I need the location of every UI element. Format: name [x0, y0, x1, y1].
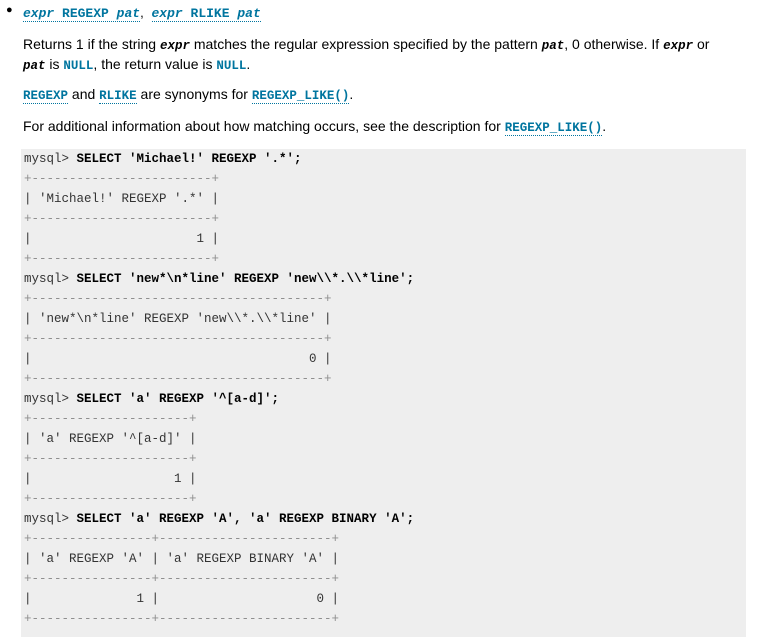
- pat-param: pat: [237, 6, 261, 21]
- table-row-line: | 1 |: [24, 232, 220, 246]
- table-border-line: +---------------------+: [24, 412, 197, 426]
- regexp-like-link[interactable]: REGEXP_LIKE(): [251, 89, 350, 104]
- table-border-line: +---------------------------------------…: [24, 332, 332, 346]
- code-command-line: mysql> SELECT 'new*\n*line' REGEXP 'new\…: [24, 269, 414, 289]
- table-border-line: +---------------------+: [24, 492, 197, 506]
- code-command-line: mysql> SELECT 'a' REGEXP 'A', 'a' REGEXP…: [24, 509, 414, 529]
- rlike-keyword: RLIKE: [190, 6, 230, 21]
- code-example-block: mysql> SELECT 'Michael!' REGEXP '.*'; +--…: [21, 149, 746, 637]
- table-row-line: | 1 | 0 |: [24, 592, 340, 606]
- rlike-link[interactable]: RLIKE: [99, 89, 137, 104]
- sql-command: SELECT 'Michael!' REGEXP '.*';: [76, 152, 302, 166]
- sql-command: SELECT 'a' REGEXP 'A', 'a' REGEXP BINARY…: [76, 512, 415, 526]
- separator: ,: [140, 5, 144, 20]
- additional-info-paragraph: For additional information about how mat…: [23, 118, 607, 136]
- expr-param: expr: [23, 6, 55, 21]
- sql-command: SELECT 'new*\n*line' REGEXP 'new\\*.\\*l…: [76, 272, 415, 286]
- regexp-link[interactable]: REGEXP: [23, 89, 69, 104]
- mysql-prompt: mysql>: [24, 272, 77, 286]
- sql-command: SELECT 'a' REGEXP '^[a-d]';: [76, 392, 280, 406]
- description-paragraph: Returns 1 if the string expr matches the…: [23, 36, 710, 73]
- table-border-line: +------------------------+: [24, 172, 220, 186]
- table-row-line: | 0 |: [24, 352, 332, 366]
- mysql-prompt: mysql>: [24, 392, 77, 406]
- expr-param: expr: [159, 39, 190, 53]
- bullet-icon: ●: [6, 4, 13, 16]
- regexp-like-link[interactable]: REGEXP_LIKE(): [504, 121, 603, 136]
- table-row-line: | 1 |: [24, 472, 197, 486]
- table-border-line: +---------------------------------------…: [24, 292, 332, 306]
- table-row-line: | 'Michael!' REGEXP '.*' |: [24, 192, 220, 206]
- regexp-keyword: REGEXP: [62, 6, 109, 21]
- pat-param: pat: [23, 59, 46, 73]
- function-signature: expr REGEXP pat, expr RLIKE pat: [23, 5, 261, 22]
- null-literal: NULL: [216, 59, 247, 73]
- table-border-line: +----------------+----------------------…: [24, 532, 340, 546]
- table-row-line: | 'new*\n*line' REGEXP 'new\\*.\\*line' …: [24, 312, 332, 326]
- table-border-line: +---------------------------------------…: [24, 372, 332, 386]
- table-border-line: +------------------------+: [24, 212, 220, 226]
- table-border-line: +---------------------+: [24, 452, 197, 466]
- regexp-signature-link[interactable]: expr REGEXP pat: [23, 6, 141, 22]
- table-row-line: | 'a' REGEXP 'A' | 'a' REGEXP BINARY 'A'…: [24, 552, 340, 566]
- expr-param: expr: [663, 39, 694, 53]
- table-row-line: | 'a' REGEXP '^[a-d]' |: [24, 432, 197, 446]
- pat-param: pat: [541, 39, 565, 53]
- rlike-signature-link[interactable]: expr RLIKE pat: [151, 6, 261, 22]
- table-border-line: +----------------+----------------------…: [24, 572, 340, 586]
- table-border-line: +----------------+----------------------…: [24, 612, 340, 626]
- expr-param: expr: [151, 6, 183, 21]
- null-literal: NULL: [63, 59, 94, 73]
- code-command-line: mysql> SELECT 'a' REGEXP '^[a-d]';: [24, 389, 279, 409]
- synonyms-paragraph: REGEXP and RLIKE are synonyms for REGEXP…: [23, 86, 354, 104]
- code-command-line: mysql> SELECT 'Michael!' REGEXP '.*';: [24, 149, 302, 169]
- mysql-prompt: mysql>: [24, 152, 77, 166]
- pat-param: pat: [116, 6, 141, 21]
- table-border-line: +------------------------+: [24, 252, 220, 266]
- mysql-prompt: mysql>: [24, 512, 77, 526]
